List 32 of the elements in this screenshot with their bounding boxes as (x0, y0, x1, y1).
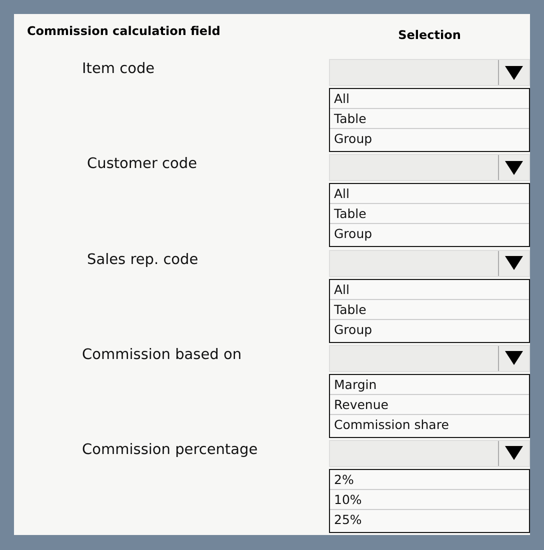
option-item[interactable]: All (330, 184, 529, 204)
column-header: Selection (398, 28, 461, 42)
dropdown[interactable] (329, 440, 530, 467)
caret-icon (505, 66, 523, 80)
option-item[interactable]: All (330, 89, 529, 110)
option-item[interactable]: 2% (330, 470, 529, 490)
dropdown[interactable] (329, 59, 530, 86)
field-label: Sales rep. code (86, 250, 200, 268)
field-label: Commission based on (81, 346, 243, 363)
option-item[interactable]: Table (330, 300, 529, 320)
option-item[interactable]: Table (330, 204, 529, 224)
option-item[interactable]: Group (330, 320, 529, 339)
caret-icon (505, 160, 523, 175)
caret-icon (505, 256, 523, 270)
field-label: Item code (81, 60, 156, 78)
dropdown[interactable] (329, 344, 530, 372)
caret-icon (505, 351, 523, 366)
option-item[interactable]: Group (330, 224, 529, 244)
column-header: Commission calculation field (27, 24, 220, 38)
dropdown[interactable] (329, 154, 530, 182)
option-item[interactable]: 25% (330, 510, 529, 529)
option-item[interactable]: 10% (330, 490, 529, 510)
option-item[interactable]: Margin (330, 374, 529, 395)
caret-icon (505, 446, 523, 460)
option-item[interactable]: Commission share (330, 414, 529, 434)
field-label: Commission percentage (81, 440, 259, 458)
option-item[interactable]: Revenue (330, 394, 529, 415)
field-label: Customer code (86, 155, 198, 172)
dropdown[interactable] (329, 250, 530, 277)
option-item[interactable]: Table (330, 109, 529, 130)
option-item[interactable]: Group (330, 129, 529, 148)
option-item[interactable]: All (330, 280, 529, 300)
